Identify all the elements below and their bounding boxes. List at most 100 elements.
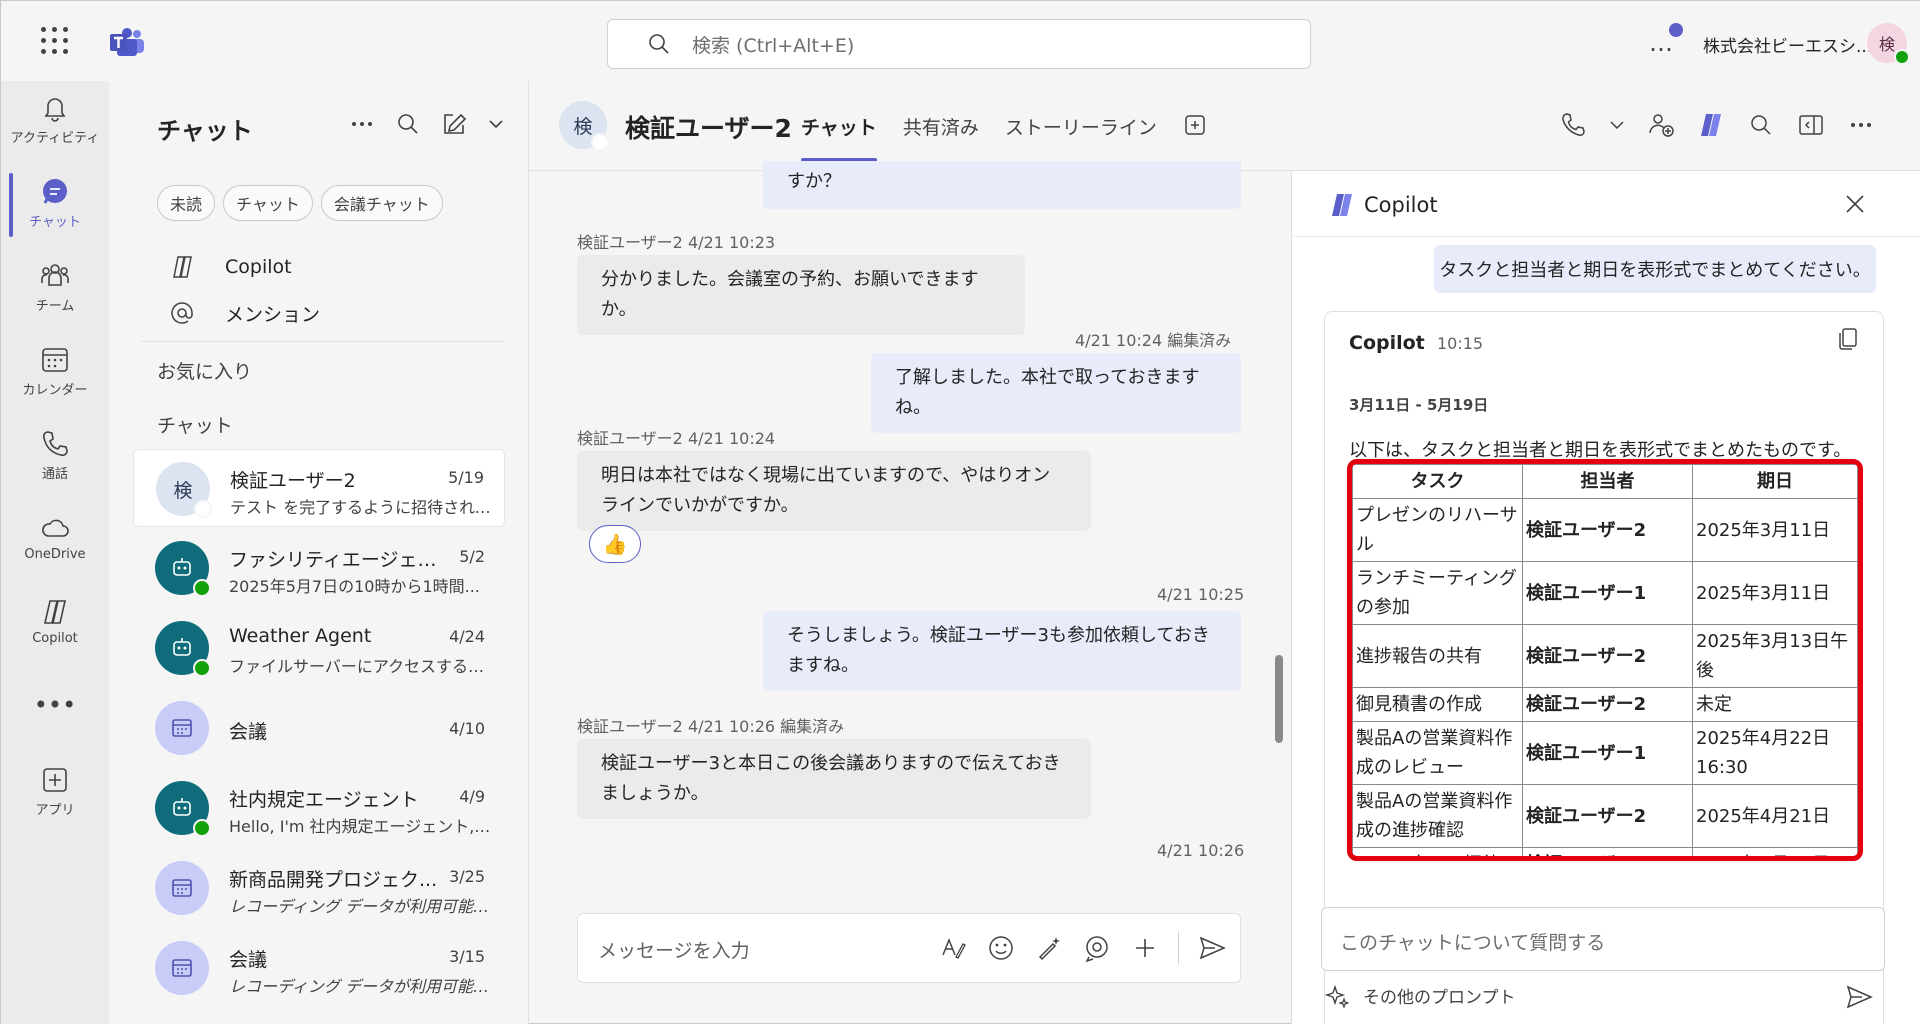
composer-placeholder: メッセージを入力: [598, 940, 750, 962]
search-icon[interactable]: [1747, 111, 1775, 139]
rail-onedrive[interactable]: OneDrive: [1, 513, 109, 585]
meeting-avatar-icon: [155, 861, 209, 915]
chat-row-policy-agent[interactable]: 社内規定エージェント 4/9 Hello, I'm 社内規定エージェント, ..…: [133, 769, 505, 847]
chat-list-panel: チャット 未読 チャット 会議チャット Copilot メンション お気に入り …: [109, 81, 529, 1024]
conversation-scrollbar[interactable]: [1275, 655, 1283, 743]
other-prompts-button[interactable]: その他のプロンプト: [1325, 983, 1516, 1008]
tab-shared[interactable]: 共有済み: [903, 113, 979, 140]
at-mention-icon: [171, 302, 193, 324]
filter-unread[interactable]: 未読: [157, 185, 216, 221]
task-table: タスク 担当者 期日 プレゼンのリハーサル 検証ユーザー2 2025年3月11日…: [1352, 464, 1858, 856]
more-icon[interactable]: [1847, 111, 1875, 139]
status-offline-icon: [194, 500, 212, 518]
column-header-task: タスク: [1352, 464, 1523, 499]
message-bubble-in: 検証ユーザー3と本日この後会議ありますので伝えておきましょうか。: [577, 739, 1091, 819]
chat-row-meeting-2[interactable]: 会議 3/15 レコーディング データが利用可能です: [133, 929, 505, 1007]
chevron-down-icon[interactable]: [1609, 111, 1625, 139]
message-bubble-in: 分かりました。会議室の予約、お願いできますか。: [577, 255, 1025, 335]
copilot-input-placeholder: このチャットについて質問する: [1340, 932, 1606, 954]
more-icon[interactable]: [349, 111, 375, 137]
avatar: 検: [156, 462, 212, 518]
close-icon[interactable]: [1844, 193, 1866, 215]
tab-storyline[interactable]: ストーリーライン: [1005, 113, 1157, 140]
pinned-mentions[interactable]: メンション: [169, 295, 489, 331]
task-table-highlight: タスク 担当者 期日 プレゼンのリハーサル 検証ユーザー2 2025年3月11日…: [1347, 459, 1863, 861]
message-composer[interactable]: メッセージを入力: [577, 913, 1241, 983]
chat-row-facility-agent[interactable]: ファシリティエージェント 5/2 2025年5月7日の10時から1時間...: [133, 529, 505, 607]
pinned-copilot[interactable]: Copilot: [169, 249, 489, 285]
app-rail: アクティビティ チャット チーム カレンダー 通話 OneDrive Copil…: [1, 81, 109, 1024]
bot-avatar-icon: [155, 781, 211, 837]
tab-chat[interactable]: チャット: [801, 113, 877, 162]
cloud-icon: [42, 519, 69, 537]
filter-meeting-chat[interactable]: 会議チャット: [320, 185, 443, 221]
search-box[interactable]: 検索 (Ctrl+Alt+E): [607, 19, 1311, 69]
avatar[interactable]: 検: [559, 101, 609, 151]
conversation-title: 検証ユーザー2: [625, 114, 792, 143]
status-available-icon: [193, 579, 211, 597]
rail-copilot[interactable]: Copilot: [1, 597, 109, 669]
open-panel-icon[interactable]: [1797, 111, 1825, 139]
rail-teams[interactable]: チーム: [1, 261, 109, 333]
message-meta: 検証ユーザー2 4/21 10:24: [577, 429, 776, 448]
chats-section[interactable]: チャット: [157, 411, 233, 438]
send-icon[interactable]: [1197, 933, 1227, 963]
copilot-icon: [43, 600, 67, 624]
add-people-icon[interactable]: [1647, 111, 1675, 139]
app-launcher-icon[interactable]: [41, 27, 69, 55]
table-row: 御見積書の作成 検証ユーザー2 未定: [1352, 687, 1858, 722]
chat-row-project[interactable]: 新商品開発プロジェク... 3/25 レコーディング データが利用可能です: [133, 849, 505, 927]
calendar-icon: [42, 348, 68, 372]
profile-avatar[interactable]: 検: [1867, 23, 1910, 65]
loop-icon[interactable]: [1082, 933, 1112, 963]
rail-chat[interactable]: チャット: [1, 177, 109, 249]
search-placeholder: 検索 (Ctrl+Alt+E): [692, 34, 855, 57]
filter-chat[interactable]: チャット: [223, 185, 313, 221]
add-tab-icon[interactable]: [1183, 113, 1207, 137]
teams-window: 検索 (Ctrl+Alt+E) … 株式会社ビーエスシ... 検 アクティビティ…: [0, 0, 1920, 1024]
chat-list-title: チャット: [157, 117, 253, 145]
send-icon[interactable]: [1845, 983, 1873, 1011]
message-meta: 4/21 10:26: [1157, 841, 1245, 860]
search-icon: [649, 34, 669, 54]
phone-icon[interactable]: [1559, 111, 1587, 139]
status-available-icon: [193, 659, 211, 677]
rail-activity[interactable]: アクティビティ: [1, 93, 109, 165]
table-row: テスト完了の招待 検証ユーザー2 2025年5月19日: [1352, 847, 1858, 856]
composer-tools: [938, 932, 1227, 964]
favorites-section[interactable]: お気に入り: [157, 357, 252, 384]
copilot-input[interactable]: このチャットについて質問する: [1321, 907, 1885, 971]
new-chat-icon[interactable]: [441, 111, 467, 137]
bot-avatar-icon: [155, 541, 211, 597]
rail-apps[interactable]: アプリ: [1, 765, 109, 837]
emoji-icon[interactable]: [986, 933, 1016, 963]
chevron-down-icon[interactable]: [487, 111, 505, 137]
search-icon[interactable]: [395, 111, 421, 137]
chat-row-weather-agent[interactable]: Weather Agent 4/24 ファイルサーバーにアクセスするには、...: [133, 609, 505, 687]
add-icon[interactable]: [1130, 933, 1160, 963]
copilot-header: Copilot: [1292, 171, 1920, 237]
message-meta: 4/21 10:24 編集済み: [1075, 331, 1232, 350]
reaction-like[interactable]: 👍: [589, 525, 641, 563]
format-text-icon[interactable]: [938, 933, 968, 963]
chat-row-user2[interactable]: 検 検証ユーザー2 5/19 テスト を完了するように招待されて...: [133, 449, 505, 527]
rail-calendar[interactable]: カレンダー: [1, 345, 109, 417]
organization-name[interactable]: 株式会社ビーエスシ...: [1703, 32, 1872, 57]
status-available-icon: [193, 819, 211, 837]
message-bubble-in: 明日は本社ではなく現場に出ていますので、やはりオンラインでいかがですか。: [577, 451, 1091, 531]
copilot-icon: [173, 256, 192, 278]
copy-icon[interactable]: [1835, 326, 1861, 352]
meeting-avatar-icon: [155, 701, 209, 755]
date-range: 3月11日 - 5月19日: [1349, 396, 1489, 414]
avatar-initial: 検: [1878, 35, 1895, 54]
response-author: Copilot: [1349, 332, 1425, 354]
copilot-icon[interactable]: [1697, 111, 1725, 139]
message-bubble-out: 了解しました。本社で取っておきますね。: [871, 353, 1241, 433]
message-meta: 検証ユーザー2 4/21 10:26 編集済み: [577, 717, 845, 736]
copilot-rewrite-icon[interactable]: [1034, 933, 1064, 963]
chat-row-meeting[interactable]: 会議 4/10: [133, 689, 505, 767]
column-header-assignee: 担当者: [1522, 464, 1693, 499]
rail-calls[interactable]: 通話: [1, 429, 109, 501]
bell-icon: [44, 98, 66, 122]
rail-more[interactable]: •••: [1, 691, 109, 721]
